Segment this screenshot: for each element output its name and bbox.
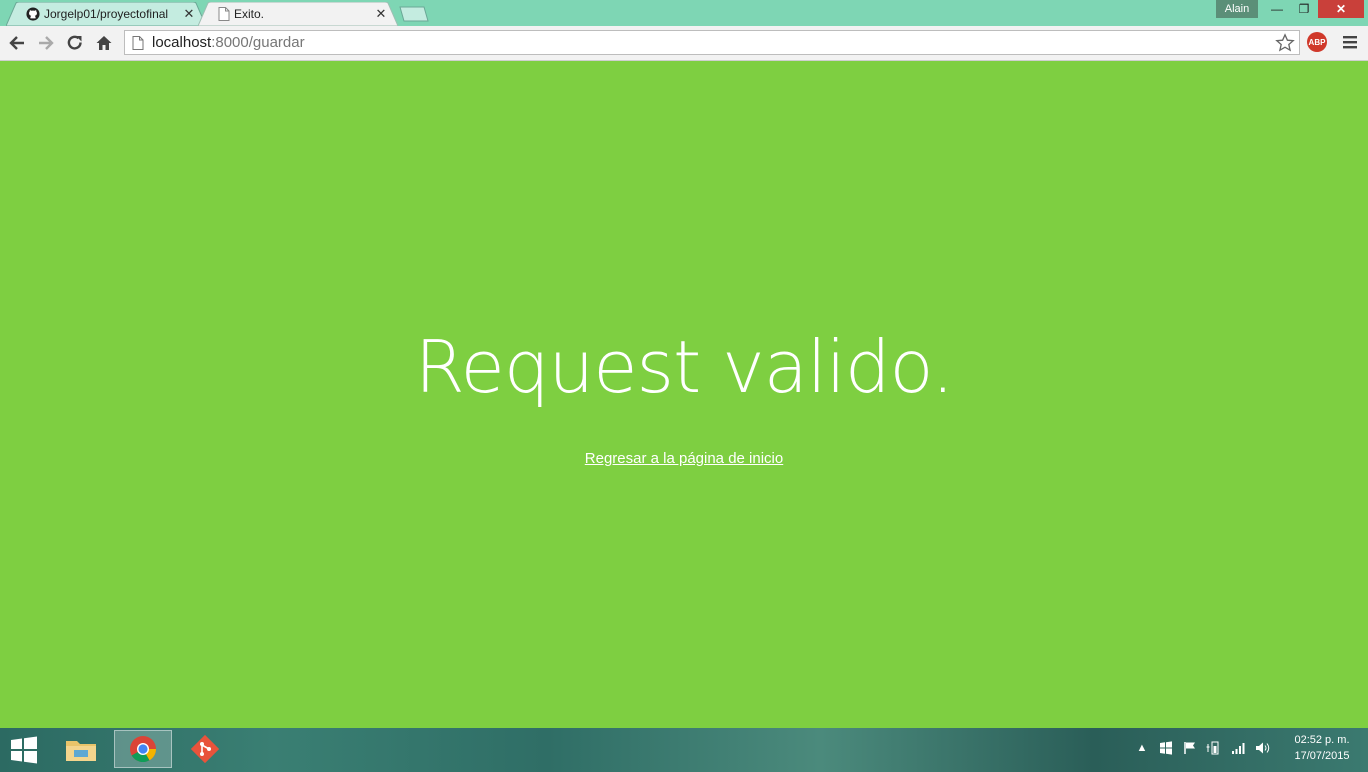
url-path: :8000/guardar bbox=[211, 34, 305, 51]
browser-toolbar: localhost:8000/guardar ABP bbox=[0, 26, 1368, 61]
forward-arrow-icon bbox=[39, 36, 54, 50]
forward-button[interactable] bbox=[34, 31, 58, 55]
clock-time: 02:52 p. m. bbox=[1294, 734, 1350, 746]
system-clock[interactable]: 02:52 p. m. 17/07/2015 bbox=[1280, 732, 1364, 764]
back-arrow-icon bbox=[9, 36, 24, 50]
close-icon[interactable]: ✕ bbox=[182, 6, 196, 22]
taskbar-file-explorer[interactable] bbox=[52, 730, 110, 768]
taskbar: ▲ 02:52 p. m. 17/07/2015 bbox=[0, 728, 1368, 772]
page-content: Request valido. Regresar a la página de … bbox=[0, 61, 1368, 728]
profile-button[interactable]: Alain bbox=[1216, 0, 1258, 18]
close-window-button[interactable]: ✕ bbox=[1318, 0, 1364, 18]
page-title: Request valido. bbox=[414, 325, 954, 409]
chrome-icon bbox=[130, 736, 157, 763]
windows-flag-icon[interactable] bbox=[1156, 738, 1176, 758]
url-host: localhost bbox=[152, 34, 212, 51]
tab-exito[interactable]: Exito. ✕ bbox=[198, 2, 398, 26]
url-text: localhost:8000/guardar bbox=[152, 34, 305, 51]
battery-icon[interactable] bbox=[1204, 738, 1224, 758]
taskbar-chrome[interactable] bbox=[114, 730, 172, 768]
tab-github[interactable]: Jorgelp01/proyectofinal ✕ bbox=[6, 2, 206, 26]
file-explorer-icon bbox=[66, 741, 96, 761]
taskbar-git[interactable] bbox=[176, 730, 234, 768]
close-icon[interactable]: ✕ bbox=[374, 6, 388, 22]
tab-title: Jorgelp01/proyectofinal bbox=[44, 7, 169, 21]
volume-icon[interactable] bbox=[1252, 738, 1274, 758]
reload-icon bbox=[67, 35, 82, 50]
tab-title: Exito. bbox=[234, 7, 265, 21]
github-icon bbox=[26, 7, 40, 21]
home-link[interactable]: Regresar a la página de inicio bbox=[585, 450, 783, 467]
address-bar[interactable]: localhost:8000/guardar bbox=[124, 30, 1300, 55]
network-signal-icon[interactable] bbox=[1228, 738, 1248, 758]
page-icon bbox=[218, 7, 230, 21]
new-tab-button[interactable] bbox=[398, 6, 430, 22]
action-center-flag-icon[interactable] bbox=[1180, 738, 1200, 758]
adblock-plus-icon[interactable]: ABP bbox=[1307, 32, 1327, 52]
reload-button[interactable] bbox=[63, 31, 87, 55]
restore-button[interactable]: ❐ bbox=[1291, 0, 1317, 18]
chrome-menu-icon[interactable] bbox=[1340, 32, 1360, 52]
windows-start-icon[interactable] bbox=[8, 736, 40, 764]
show-hidden-icons-icon[interactable]: ▲ bbox=[1136, 738, 1148, 758]
home-link-container: Regresar a la página de inicio bbox=[0, 450, 1368, 467]
bookmark-star-icon[interactable] bbox=[1275, 33, 1295, 53]
title-bar: Jorgelp01/proyectofinal ✕ Exito. ✕ Alain… bbox=[0, 0, 1368, 26]
back-button[interactable] bbox=[5, 31, 29, 55]
minimize-button[interactable]: — bbox=[1264, 0, 1290, 18]
git-icon bbox=[190, 734, 220, 764]
page-icon bbox=[132, 35, 144, 50]
clock-date: 17/07/2015 bbox=[1294, 750, 1350, 762]
home-icon bbox=[96, 36, 112, 50]
home-button[interactable] bbox=[92, 31, 116, 55]
